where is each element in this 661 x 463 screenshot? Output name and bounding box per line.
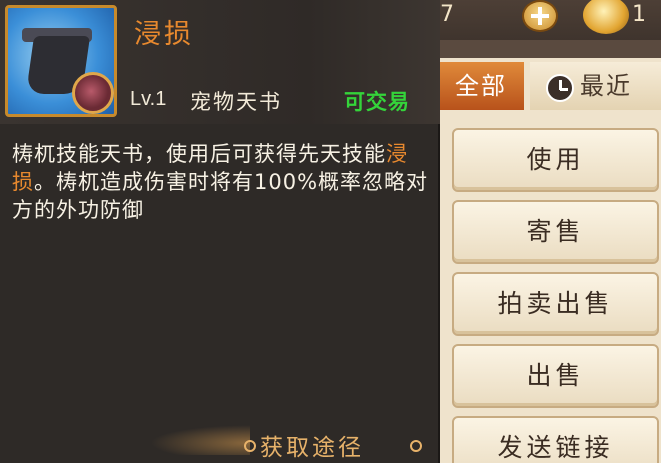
item-icon [5, 5, 117, 117]
tab-all[interactable]: 全部 [438, 62, 524, 110]
item-type: 宠物天书 [190, 90, 282, 114]
use-button[interactable]: 使用 [452, 128, 659, 192]
send-link-button[interactable]: 发送链接 [452, 416, 659, 463]
item-name: 浸损 [134, 19, 194, 50]
clock-icon [546, 74, 574, 102]
charm-icon [72, 72, 114, 114]
resource-counter: 7 [440, 2, 454, 27]
auction-sell-button[interactable]: 拍卖出售 [452, 272, 659, 336]
item-level: Lv.1 [130, 88, 167, 110]
description-text: 。梼杌造成伤害时将有100%概率忽略对方的外功防御 [12, 170, 429, 222]
consign-button[interactable]: 寄售 [452, 200, 659, 264]
cloud-ornament [150, 425, 250, 455]
item-detail-panel: 浸损 Lv.1 宠物天书 可交易 梼杌技能天书，使用后可获得先天技能浸损。梼杌造… [0, 0, 440, 463]
description-text: 梼杌技能天书，使用后可获得先天技能 [12, 142, 386, 166]
swirl-ornament-right [410, 440, 422, 452]
game-screen: 7 1 全部 最近 使用 寄售 拍卖出售 出售 发送链接 浸损 Lv.1 宠物天… [0, 0, 661, 463]
plus-icon[interactable] [522, 0, 558, 32]
item-description: 梼杌技能天书，使用后可获得先天技能浸损。梼杌造成伤害时将有100%概率忽略对方的… [12, 140, 432, 224]
tradable-label: 可交易 [344, 90, 410, 114]
sell-button[interactable]: 出售 [452, 344, 659, 408]
acquire-source-link[interactable]: 获取途径 [236, 428, 364, 462]
acquire-label[interactable]: 获取途径 [236, 435, 364, 461]
gold-counter: 1 [632, 2, 646, 27]
